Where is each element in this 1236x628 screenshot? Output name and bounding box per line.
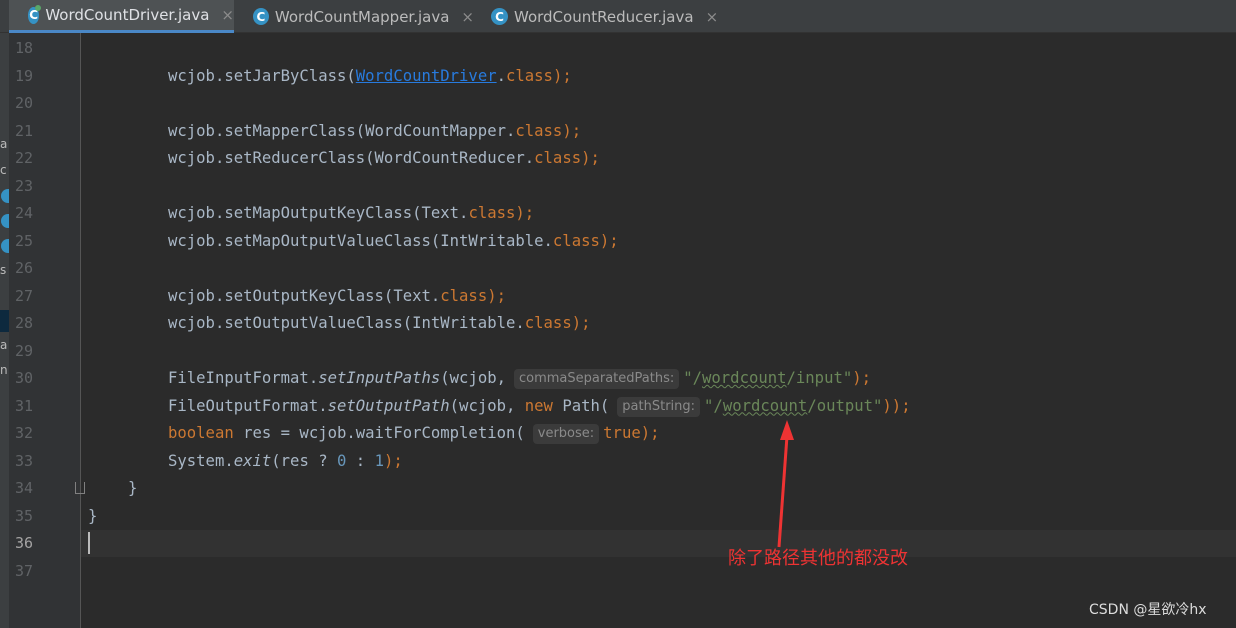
code-line-32: boolean res = wcjob.waitForCompletion(ve… bbox=[168, 424, 660, 444]
line-number: 29 bbox=[14, 341, 33, 360]
line-number: 30 bbox=[14, 369, 33, 387]
code-line-22: wcjob.setReducerClass(WordCountReducer.c… bbox=[168, 149, 600, 167]
line-number: 26 bbox=[14, 259, 33, 277]
tab-wordcountmapper[interactable]: C WordCountMapper.java × bbox=[234, 0, 474, 33]
close-icon[interactable]: × bbox=[221, 6, 234, 24]
code-line-34: } bbox=[128, 479, 138, 497]
line-number: 31 bbox=[14, 396, 33, 415]
code-line-28: wcjob.setOutputValueClass(IntWritable.cl… bbox=[168, 314, 591, 332]
line-number: 20 bbox=[14, 94, 33, 112]
java-class-icon bbox=[1, 239, 9, 253]
java-class-icon: C bbox=[253, 8, 269, 25]
java-class-icon bbox=[1, 214, 9, 228]
parameter-hint: pathString: bbox=[617, 396, 701, 417]
code-line-33: System.exit(res ? 0 : 1); bbox=[168, 451, 403, 470]
project-tree-fragment: c bbox=[0, 163, 7, 177]
code-line-21: wcjob.setMapperClass(WordCountMapper.cla… bbox=[168, 121, 582, 140]
line-number: 25 bbox=[14, 231, 33, 250]
tab-wordcountreducer[interactable]: C WordCountReducer.java × bbox=[472, 0, 722, 33]
line-number: 18 bbox=[14, 39, 33, 57]
tab-label: WordCountDriver.java bbox=[45, 6, 210, 24]
line-number: 19 bbox=[14, 66, 33, 85]
line-number: 27 bbox=[14, 286, 33, 305]
line-number: 24 bbox=[14, 204, 33, 222]
parameter-hint: verbose: bbox=[532, 424, 600, 444]
java-class-icon: C bbox=[28, 4, 42, 24]
tab-label: WordCountMapper.java bbox=[274, 7, 450, 26]
code-line-35: } bbox=[88, 506, 98, 525]
project-tree-fragment: s bbox=[0, 263, 7, 277]
line-number-current: 36 bbox=[14, 534, 33, 552]
editor-tab-bar: C WordCountDriver.java × C WordCountMapp… bbox=[0, 0, 1236, 33]
line-number: 35 bbox=[14, 506, 33, 525]
line-number-gutter[interactable]: 18 19 20 21 22 23 24 25 26 27 28 29 30 3… bbox=[9, 33, 85, 628]
project-tree-fragment: a bbox=[0, 338, 8, 352]
line-number: 32 bbox=[14, 424, 33, 442]
project-tree-fragment: a bbox=[0, 137, 8, 151]
tab-wordcountdriver[interactable]: C WordCountDriver.java × bbox=[9, 0, 234, 33]
line-number: 22 bbox=[14, 149, 33, 167]
java-class-icon: C bbox=[491, 8, 508, 25]
text-caret bbox=[88, 532, 90, 554]
parameter-hint: commaSeparatedPaths: bbox=[514, 369, 680, 389]
annotation-text: 除了路径其他的都没改 bbox=[728, 548, 908, 569]
line-number: 28 bbox=[14, 314, 33, 332]
project-panel-edge[interactable]: a c s a n bbox=[0, 33, 9, 628]
class-reference-link[interactable]: WordCountDriver bbox=[356, 67, 497, 85]
selected-tree-item[interactable] bbox=[0, 310, 9, 332]
line-number: 37 bbox=[14, 561, 33, 580]
code-line-31: FileOutputFormat.setOutputPath(wcjob, ne… bbox=[168, 396, 911, 417]
code-line-19: wcjob.setJarByClass(WordCountDriver.clas… bbox=[168, 66, 572, 85]
code-line-25: wcjob.setMapOutputValueClass(IntWritable… bbox=[168, 231, 619, 250]
line-number: 34 bbox=[14, 479, 33, 497]
tab-label: WordCountReducer.java bbox=[514, 7, 694, 26]
line-number: 33 bbox=[14, 451, 33, 470]
code-line-30: FileInputFormat.setInputPaths(wcjob, comm… bbox=[168, 369, 872, 389]
close-icon[interactable]: × bbox=[706, 8, 719, 26]
line-number: 21 bbox=[14, 121, 33, 140]
code-line-24: wcjob.setMapOutputKeyClass(Text.class); bbox=[168, 204, 535, 222]
watermark: CSDN @星欲冷hx bbox=[1089, 602, 1207, 618]
line-number: 23 bbox=[14, 176, 33, 195]
project-tree-fragment: n bbox=[0, 363, 8, 377]
code-line-27: wcjob.setOutputKeyClass(Text.class); bbox=[168, 286, 506, 305]
java-class-icon bbox=[1, 189, 9, 203]
code-editor[interactable]: wcjob.setJarByClass(WordCountDriver.clas… bbox=[81, 33, 1236, 628]
